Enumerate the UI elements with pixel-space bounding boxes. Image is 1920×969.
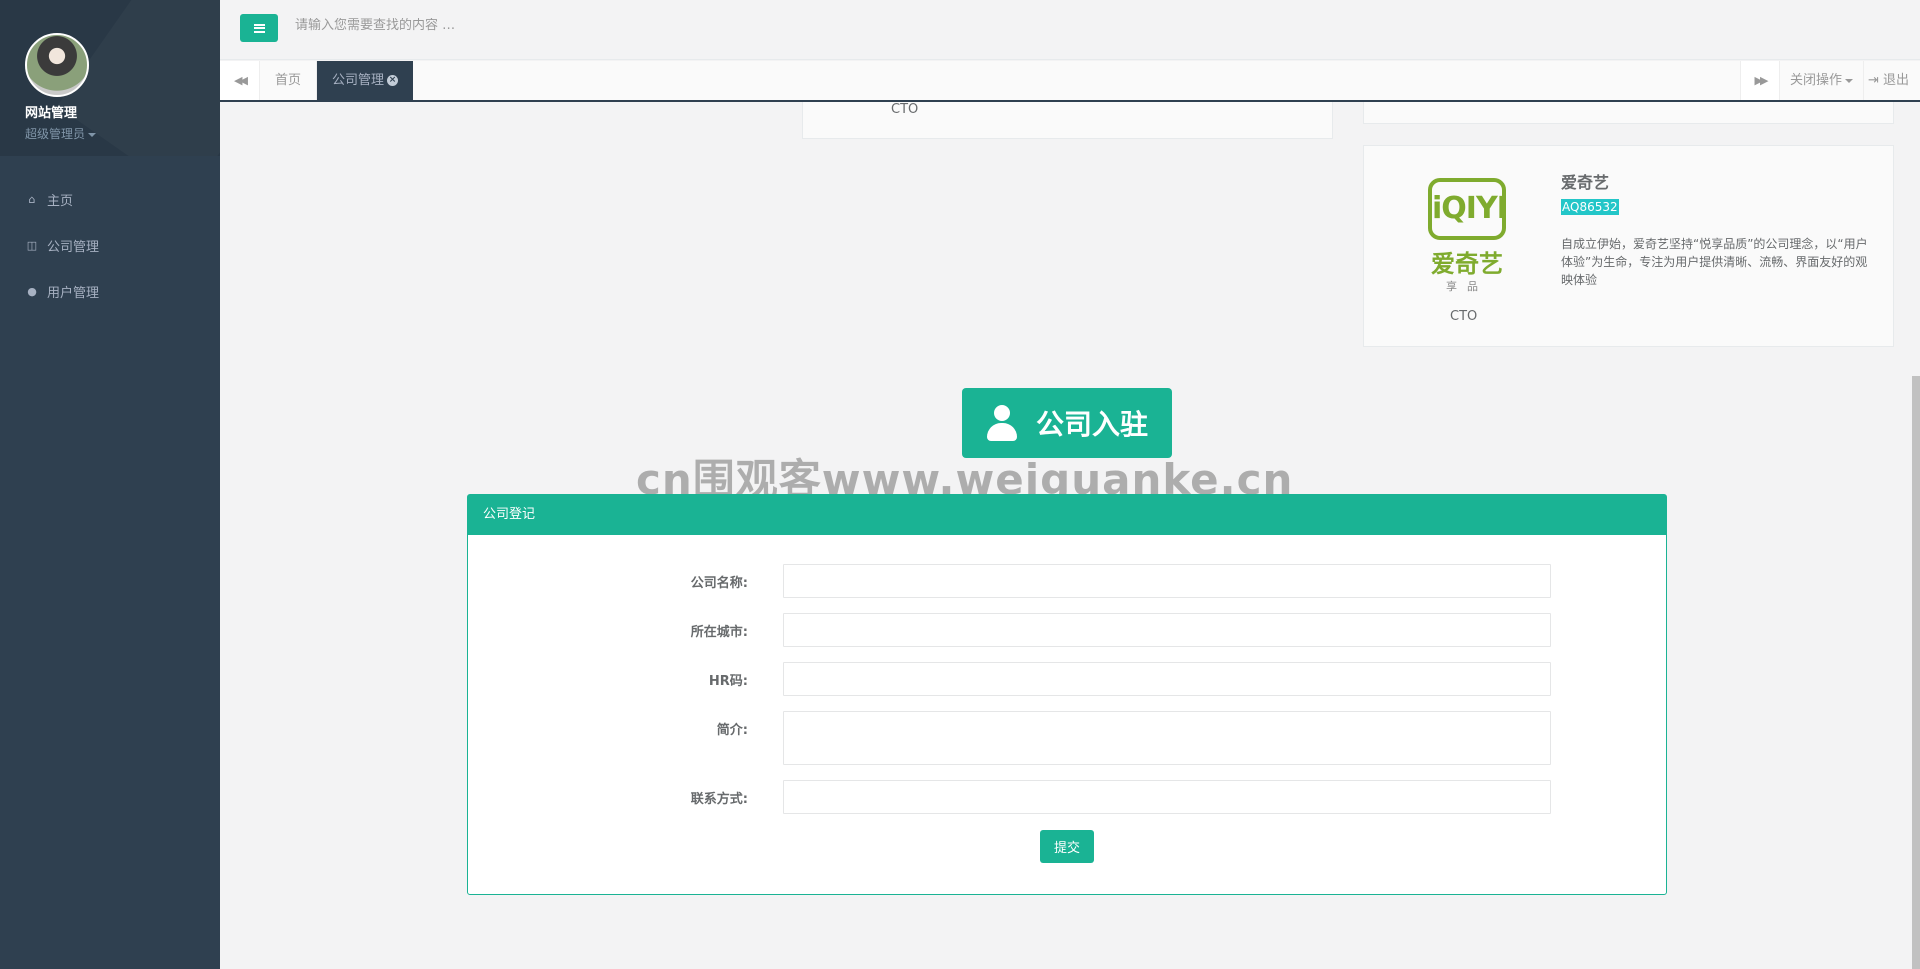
city-label: 所在城市: [690,625,748,640]
contact-label: 联系方式: [690,792,748,807]
tab-scroll-left-button[interactable]: ◀◀ [220,61,260,100]
double-chevron-left-icon: ◀◀ [234,74,248,87]
search-input[interactable] [295,18,795,33]
company-card-partial: CTO [802,102,1333,139]
logo-wordmark: iQIYI [1428,178,1508,240]
intro-label: 简介: [716,723,748,738]
company-role: CTO [891,102,919,117]
sidebar: 网站管理 超级管理员 ⌂ 主页 ◫ 公司管理 ● 用户管理 [0,0,220,969]
banner-title: 公司入驻 [1035,408,1148,441]
avatar[interactable] [25,33,89,97]
hamburger-icon [253,23,265,33]
tab-label: 公司管理 [332,73,385,88]
close-operations-label: 关闭操作 [1790,73,1843,88]
company-logo: iQIYI 爱奇艺 享品 [1420,174,1520,293]
contact-field[interactable] [783,780,1551,814]
hr-code-field[interactable] [783,662,1551,696]
company-name-label: 公司名称: [690,576,748,591]
company-role: CTO [1450,309,1478,324]
menu-toggle-button[interactable] [240,14,278,42]
submit-button[interactable]: 提交 [1040,830,1094,863]
user-icon [986,405,1018,441]
company-card-partial [1363,102,1894,124]
logout-label: 退出 [1883,73,1910,88]
logo-chinese: 爱奇艺 [1431,250,1503,278]
sidebar-nav: ⌂ 主页 ◫ 公司管理 ● 用户管理 [0,176,220,314]
sidebar-item-home[interactable]: ⌂ 主页 [0,176,220,222]
profile-name: 网站管理 [25,106,78,121]
city-field[interactable] [783,613,1551,647]
sign-out-icon: ⇥ [1868,73,1879,88]
profile-panel: 网站管理 超级管理员 [0,0,220,156]
hr-code-label: HR码: [708,674,748,689]
sidebar-item-company[interactable]: ◫ 公司管理 [0,222,220,268]
company-description: 自成立伊始，爱奇艺坚持“悦享品质”的公司理念，以“用户体验”为生命，专注为用户提… [1561,237,1868,287]
company-name: 爱奇艺 [1561,173,1610,192]
sidebar-item-users[interactable]: ● 用户管理 [0,268,220,314]
home-icon: ⌂ [28,192,36,206]
company-card[interactable]: iQIYI 爱奇艺 享品 CTO 爱奇艺 AQ86532 自成立伊始，爱奇艺坚持… [1363,145,1894,347]
profile-role-label: 超级管理员 [25,127,86,141]
page-scrollbar[interactable] [1912,376,1920,969]
sidebar-item-label: 公司管理 [47,239,100,255]
hr-code-badge: AQ86532 [1561,199,1619,215]
close-operations-dropdown[interactable]: 关闭操作 [1780,61,1865,100]
close-tab-icon[interactable]: × [387,75,399,86]
logout-button[interactable]: ⇥ 退出 [1868,61,1909,100]
intro-field[interactable] [783,711,1551,765]
tab-home[interactable]: 首页 [260,61,318,100]
sidebar-item-label: 主页 [47,193,74,209]
user-icon: ● [27,284,37,298]
panel-title: 公司登记 [468,495,1666,535]
tab-scroll-right-button[interactable]: ▶▶ [1740,61,1780,100]
sidebar-item-label: 用户管理 [47,285,100,301]
top-header [220,0,1920,60]
company-registration-panel: 公司登记 公司名称: 所在城市: HR码: 简介: 联系方式: 提交 [467,494,1667,895]
double-chevron-right-icon: ▶▶ [1754,74,1769,87]
tab-company-management[interactable]: 公司管理 × [317,61,414,100]
company-name-field[interactable] [783,564,1551,598]
profile-role-dropdown[interactable]: 超级管理员 [25,125,220,142]
caret-down-icon [1845,78,1854,83]
columns-icon: ◫ [26,238,38,252]
caret-down-icon [88,132,97,137]
page-tabs-bar: ◀◀ 首页 公司管理 × ▶▶ 关闭操作 ⇥ 退出 [220,61,1920,102]
logo-subtitle: 享品 [1446,280,1488,293]
